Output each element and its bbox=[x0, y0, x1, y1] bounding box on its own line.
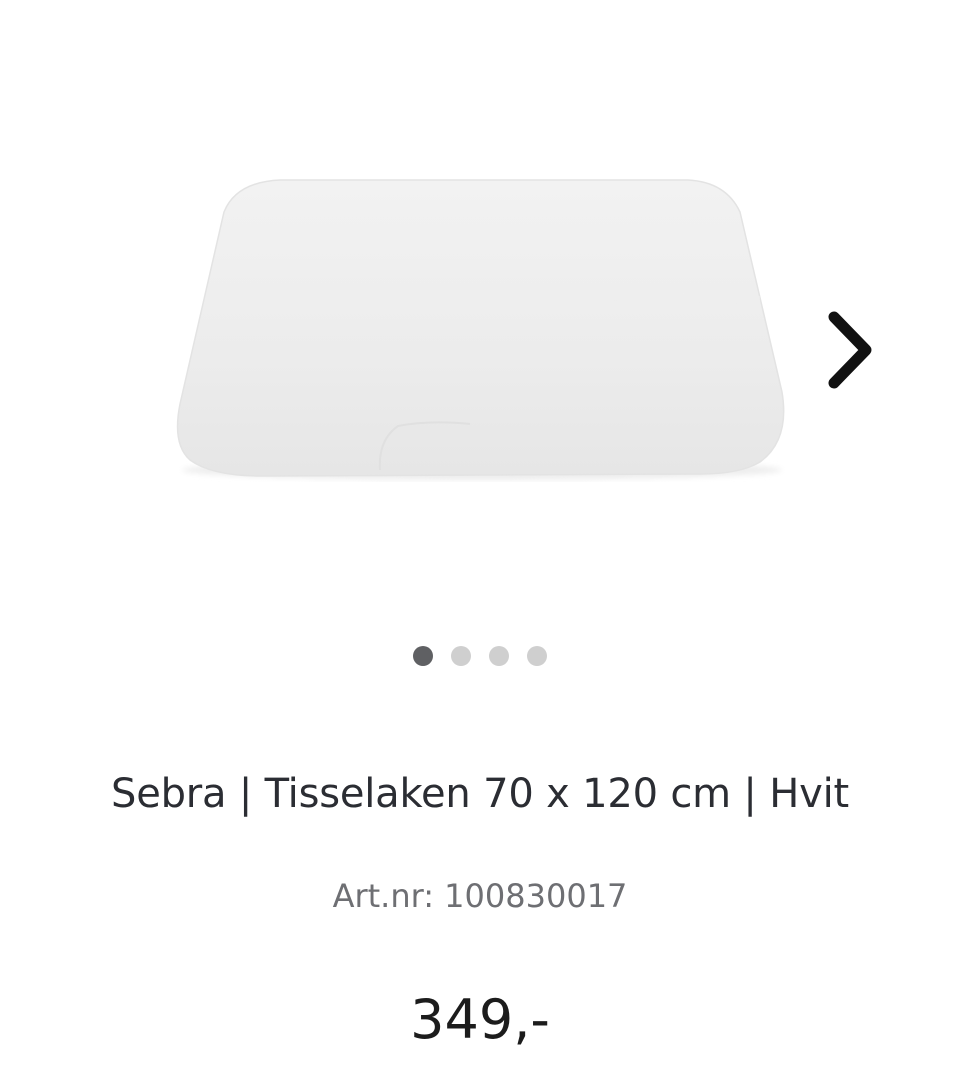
gallery-dot-3[interactable] bbox=[489, 646, 509, 666]
chevron-right-icon bbox=[828, 311, 872, 389]
product-image-gallery[interactable] bbox=[0, 0, 960, 620]
gallery-dot-4[interactable] bbox=[527, 646, 547, 666]
gallery-dot-1[interactable] bbox=[413, 646, 433, 666]
article-number: Art.nr: 100830017 bbox=[332, 877, 628, 915]
product-title: Sebra | Tisselaken 70 x 120 cm | Hvit bbox=[111, 771, 849, 817]
gallery-dot-2[interactable] bbox=[451, 646, 471, 666]
gallery-pagination bbox=[0, 646, 960, 668]
next-image-button[interactable] bbox=[812, 300, 892, 400]
product-price: 349,- bbox=[410, 988, 550, 1051]
